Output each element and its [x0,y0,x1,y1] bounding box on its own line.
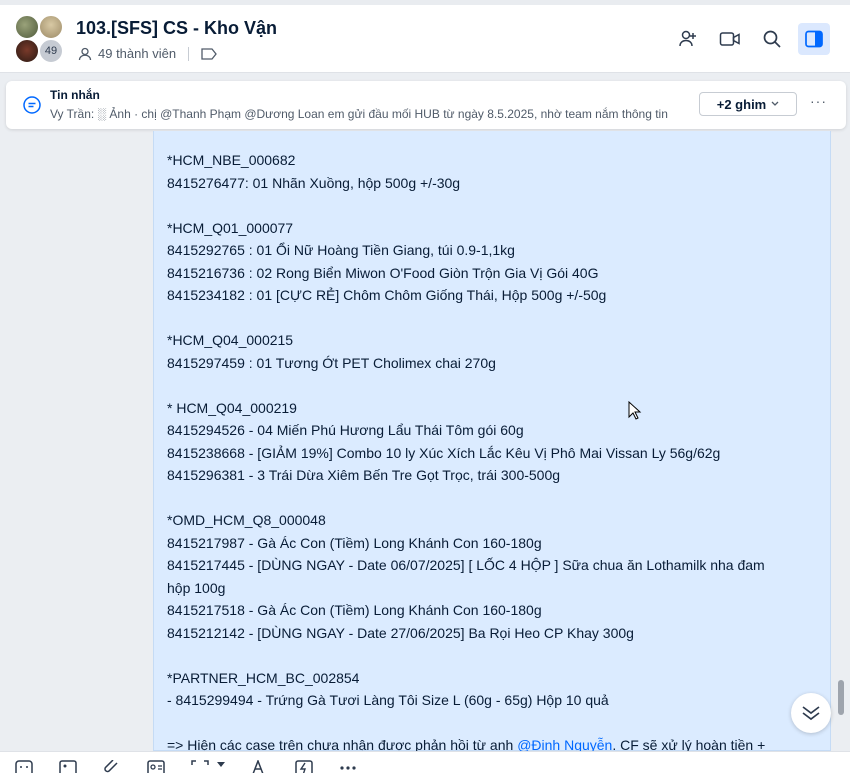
message-line: 8415212142 - [DÙNG NGAY - Date 27/06/202… [167,624,634,641]
message-line: 8415296381 - 3 Trái Dừa Xiêm Bến Tre Gọt… [167,467,561,483]
message-line: 8415276477: 01 Nhãn Xuồng, hộp 500g +/-3… [167,174,461,191]
message-lines: *HCM_NBE_000682 8415276477: 01 Nhãn Xuồng… [167,149,807,734]
video-call-button[interactable] [714,23,746,55]
member-count-badge: 49 [38,38,64,64]
video-camera-icon [719,32,740,46]
member-avatar [14,14,40,40]
message-line: *OMD_HCM_Q8_000048 [167,512,326,528]
divider [188,46,190,61]
message-line: hộp 100g [167,579,226,596]
sticker-button[interactable] [14,760,34,773]
screenshot-button[interactable] [190,760,210,773]
caret-down-icon [217,762,225,767]
message-line: *HCM_NBE_000682 [167,152,296,168]
double-chevron-down-icon [802,706,820,721]
screenshot-options-button[interactable] [214,760,228,773]
screenshot-icon [191,760,209,773]
scrollbar-thumb[interactable] [838,680,844,715]
conversation-title[interactable]: 103.[SFS] CS - Kho Vận [76,18,277,39]
mouse-cursor-icon [628,400,642,426]
composer-toolbar [0,751,850,773]
message-line: *HCM_Q04_000215 [167,332,294,348]
chevron-down-icon [771,101,779,106]
message-line: * HCM_Q04_000219 [167,399,297,416]
text-format-icon [252,760,264,773]
message-line: 8415294526 - 04 Miến Phú Hương Lẩu Thái … [167,422,524,438]
message-content: *HCM_NBE_000682 8415276477: 01 Nhãn Xuồng… [167,149,807,757]
pinned-message-bar[interactable]: Tin nhắn Vy Trần: ░ Ảnh · chị @Thanh Phạ… [6,81,846,129]
pinned-preview: Vy Trần: ░ Ảnh · chị @Thanh Phạm @Dương … [50,107,668,121]
lightning-icon [295,760,313,773]
members-count-label: 49 thành viên [98,46,177,61]
message-line: - 8415299494 - Trứng Gà Tươi Làng Tôi Si… [167,692,609,708]
message-line: 8415217518 - Gà Ác Con (Tiềm) Long Khánh… [167,602,542,618]
image-icon [59,760,77,773]
format-text-button[interactable] [250,760,270,773]
message-line: 8415292765 : 01 Ổi Nữ Hoàng Tiền Giang, … [167,242,515,258]
message-line: 8415238668 - [GIẢM 19%] Combo 10 ly Xúc … [167,444,721,461]
paperclip-icon [104,760,118,773]
message-line: 8415216736 : 02 Rong Biển Miwon O'Food G… [167,264,599,281]
message-line: *PARTNER_HCM_BC_002854 [167,669,360,686]
message-line: 8415297459 : 01 Tương Ớt PET Cholimex ch… [167,354,496,371]
message-line: 8415217987 - Gà Ác Con (Tiềm) Long Khánh… [167,534,542,551]
contact-card-icon [147,760,165,773]
more-pins-label: +2 ghim [716,96,767,112]
pinned-title: Tin nhắn [50,88,100,102]
message-line: 8415217445 - [DÙNG NGAY - Date 06/07/202… [167,557,765,573]
add-user-icon [679,30,696,47]
search-button[interactable] [756,23,788,55]
sticker-icon [15,760,33,773]
message-bubble-icon [23,96,41,114]
toggle-sidebar-button[interactable] [798,23,830,55]
tag-icon[interactable] [201,47,217,60]
group-avatar[interactable]: 49 [14,14,66,66]
search-icon [763,30,781,48]
person-icon [78,47,92,60]
more-icon [340,766,356,770]
more-options-button[interactable] [338,760,358,773]
pinned-more-button[interactable]: ··· [810,93,827,109]
business-card-button[interactable] [146,760,166,773]
members-info[interactable]: 49 thành viên [78,46,217,61]
message-line: 8415234182 : 01 [CỰC RẺ] Chôm Chôm Giống… [167,287,607,303]
sidebar-panel-icon [805,30,823,48]
attach-file-button[interactable] [102,760,122,773]
more-pins-button[interactable]: +2 ghim [699,92,797,116]
conversation-header: 49 103.[SFS] CS - Kho Vận 49 thành viên [0,5,850,73]
image-button[interactable] [58,760,78,773]
quick-message-button[interactable] [294,760,314,773]
add-member-button[interactable] [672,23,704,55]
member-avatar [14,38,40,64]
scroll-to-bottom-button[interactable] [791,693,831,733]
message-line: *HCM_Q01_000077 [167,219,294,236]
member-avatar [38,14,64,40]
